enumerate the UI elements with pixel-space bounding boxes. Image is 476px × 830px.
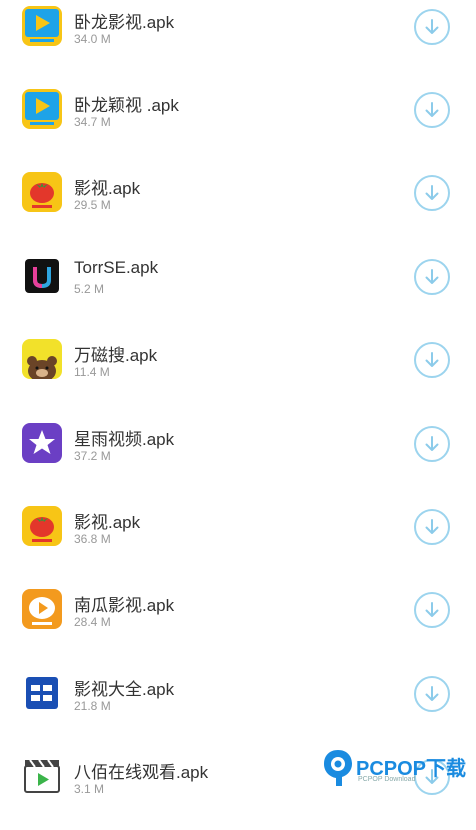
apk-size: 36.8 M [74, 532, 111, 546]
watermark-sub: PCPOP Download [358, 776, 416, 783]
apk-size: 34.0 M [74, 32, 111, 46]
download-arrow-icon [425, 686, 439, 701]
apk-size: 5.2 M [74, 282, 105, 296]
apk-name: 卧龙颖视 .apk [74, 96, 179, 115]
pcpop-watermark: PCPOP下载 PCPOP Download [322, 748, 472, 792]
download-arrow-icon [425, 269, 439, 284]
apk-name: TorrSE.apk [74, 258, 159, 277]
apk-name: 星雨视频.apk [74, 430, 175, 449]
download-button[interactable] [414, 259, 450, 295]
apk-size: 11.4 M [74, 365, 110, 379]
list-item[interactable]: 影视.apk 29.5 M [0, 166, 476, 246]
download-arrow-icon [425, 436, 439, 451]
download-arrow-icon [425, 185, 439, 200]
apk-name: 卧龙影视.apk [74, 13, 175, 32]
download-arrow-icon [425, 519, 439, 534]
download-button[interactable] [414, 175, 450, 211]
star-icon [22, 423, 62, 463]
download-button[interactable] [414, 509, 450, 545]
list-item[interactable]: 影视大全.apk 21.8 M [0, 667, 476, 747]
apk-name: 影视.apk [74, 179, 141, 198]
download-arrow-icon [425, 19, 439, 34]
tomato-icon [22, 506, 62, 546]
wolong-play-icon [22, 6, 62, 46]
pumpkin-play-icon [22, 589, 62, 629]
download-button[interactable] [414, 92, 450, 128]
apk-size: 28.4 M [74, 615, 111, 629]
yingshi-daquan-icon [22, 673, 62, 713]
download-arrow-icon [425, 352, 439, 367]
download-arrow-icon [425, 102, 439, 117]
list-item[interactable]: 南瓜影视.apk 28.4 M [0, 583, 476, 663]
list-item[interactable]: TorrSE.apk 5.2 M [0, 250, 476, 330]
apk-size: 34.7 M [74, 115, 111, 129]
clapperboard-icon [22, 756, 62, 796]
list-item[interactable]: 卧龙颖视 .apk 34.7 M [0, 83, 476, 163]
pcpop-logo-icon [324, 750, 352, 786]
apk-name: 影视.apk [74, 513, 141, 532]
download-button[interactable] [414, 426, 450, 462]
torrse-u-icon [22, 256, 62, 296]
download-button[interactable] [414, 9, 450, 45]
list-item[interactable]: 卧龙影视.apk 34.0 M [0, 0, 476, 80]
download-arrow-icon [425, 602, 439, 617]
apk-name: 万磁搜.apk [74, 346, 158, 365]
wolong-play-icon [22, 89, 62, 129]
download-button[interactable] [414, 342, 450, 378]
apk-name: 影视大全.apk [74, 680, 175, 699]
apk-size: 3.1 M [74, 782, 105, 796]
download-button[interactable] [414, 592, 450, 628]
list-item[interactable]: 万磁搜.apk 11.4 M [0, 333, 476, 413]
list-item[interactable]: 星雨视频.apk 37.2 M [0, 417, 476, 497]
list-item[interactable]: 影视.apk 36.8 M [0, 500, 476, 580]
apk-name: 南瓜影视.apk [74, 596, 175, 615]
apk-size: 21.8 M [74, 699, 111, 713]
apk-size: 37.2 M [74, 449, 111, 463]
download-button[interactable] [414, 676, 450, 712]
tomato-icon [22, 172, 62, 212]
apk-name: 八佰在线观看.apk [74, 763, 209, 782]
bear-icon [22, 339, 62, 379]
apk-size: 29.5 M [74, 198, 111, 212]
